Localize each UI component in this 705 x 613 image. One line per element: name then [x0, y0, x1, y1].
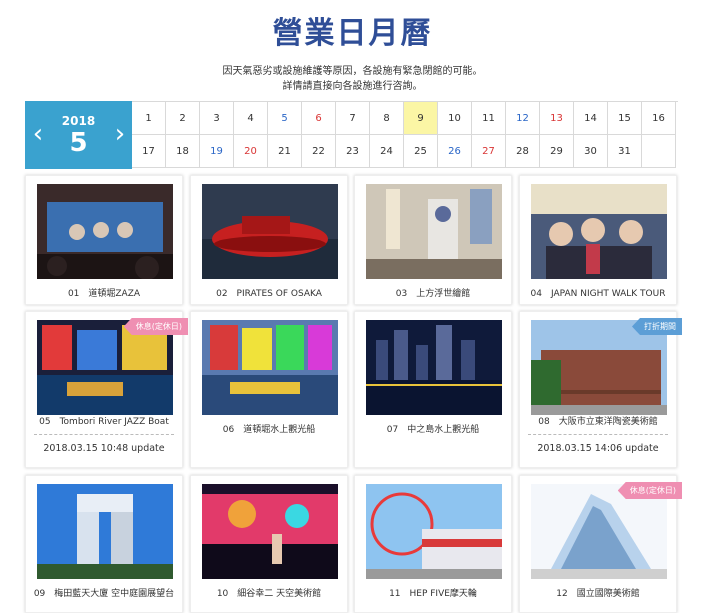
calendar-day[interactable]: 9: [404, 102, 438, 135]
calendar-days: 1 2 3 4 5 6 7 8 9 10 11 12 13 14 15 16 17 18 19 20 21 22 23 24 2…: [132, 102, 678, 169]
facility-name[interactable]: 02 PIRATES OF OSAKA: [191, 286, 347, 299]
calendar-day[interactable]: 11: [472, 102, 506, 135]
facility-name[interactable]: 10 細谷幸二 天空美術館: [191, 586, 347, 599]
calendar-day[interactable]: 21: [268, 135, 302, 168]
facility-card[interactable]: 05 Tombori River JAZZ Boat 2018.03.15 10:…: [25, 311, 188, 468]
calendar-day[interactable]: 7: [336, 102, 370, 135]
facility-name[interactable]: 01 道頓堀ZAZA: [26, 286, 182, 299]
status-badge: 休息(定休日): [123, 318, 188, 335]
calendar-day[interactable]: 24: [370, 135, 404, 168]
facility-name[interactable]: 08 大阪市立東洋陶瓷美術館: [520, 414, 676, 427]
facility-name[interactable]: 09 梅田藍天大廈 空中庭園展望台: [26, 586, 182, 599]
chevron-right-icon[interactable]: ›: [111, 119, 129, 149]
calendar-day[interactable]: 1: [132, 102, 166, 135]
facility-card[interactable]: 03 上方浮世繪館: [354, 175, 512, 305]
facility-name[interactable]: 03 上方浮世繪館: [355, 286, 511, 299]
facility-name[interactable]: 05 Tombori River JAZZ Boat: [26, 414, 182, 427]
facility-card[interactable]: 11 HEP FIVE摩天輪: [354, 475, 512, 613]
calendar-day[interactable]: 26: [438, 135, 472, 168]
calendar-day[interactable]: 22: [302, 135, 336, 168]
calendar-day[interactable]: 3: [200, 102, 234, 135]
calendar-day[interactable]: 6: [302, 102, 336, 135]
calendar-day[interactable]: 14: [574, 102, 608, 135]
facility-photo[interactable]: [202, 320, 338, 415]
facility-card[interactable]: 04 JAPAN NIGHT WALK TOUR: [519, 175, 677, 305]
calendar-day[interactable]: 4: [234, 102, 268, 135]
calendar-day[interactable]: 19: [200, 135, 234, 168]
facility-photo[interactable]: [37, 184, 173, 279]
calendar-day[interactable]: 29: [540, 135, 574, 168]
calendar-day[interactable]: 15: [608, 102, 642, 135]
calendar-day[interactable]: 5: [268, 102, 302, 135]
notice-text: 因天氣惡劣或設施維護等原因，各設施有緊急閉館的可能。 詳情請直接向各設施進行咨詢…: [0, 64, 705, 94]
page-title: 營業日月曆: [272, 16, 433, 51]
calendar-day[interactable]: 2: [166, 102, 200, 135]
facility-card[interactable]: 12 國立國際美術館 休息(定休日): [519, 475, 682, 613]
facility-photo[interactable]: [37, 484, 173, 579]
calendar-day[interactable]: 27: [472, 135, 506, 168]
calendar-day[interactable]: 18: [166, 135, 200, 168]
notice-line-2: 詳情請直接向各設施進行咨詢。: [282, 81, 423, 92]
facility-name[interactable]: 04 JAPAN NIGHT WALK TOUR: [520, 286, 676, 299]
facility-name[interactable]: 06 道頓堀水上觀光船: [191, 422, 347, 435]
facility-card[interactable]: 10 細谷幸二 天空美術館: [190, 475, 348, 613]
calendar-day[interactable]: 8: [370, 102, 404, 135]
facility-photo[interactable]: [366, 184, 502, 279]
facility-photo[interactable]: [366, 320, 502, 415]
calendar-day[interactable]: 25: [404, 135, 438, 168]
calendar-day[interactable]: 20: [234, 135, 268, 168]
update-timestamp: 2018.03.15 14:06 update: [528, 434, 668, 454]
facility-photo[interactable]: [531, 184, 667, 279]
calendar-day[interactable]: 23: [336, 135, 370, 168]
calendar-day[interactable]: 30: [574, 135, 608, 168]
facility-name[interactable]: 07 中之島水上觀光船: [355, 422, 511, 435]
update-timestamp: 2018.03.15 10:48 update: [34, 434, 174, 454]
facility-card[interactable]: 01 道頓堀ZAZA: [25, 175, 183, 305]
calendar-day[interactable]: 10: [438, 102, 472, 135]
facility-name[interactable]: 11 HEP FIVE摩天輪: [355, 586, 511, 599]
facility-name[interactable]: 12 國立國際美術館: [520, 586, 676, 599]
business-calendar: ‹ 2018 5 › 1 2 3 4 5 6 7 8 9 10 11 12 13 14 15 16 17 18 19…: [25, 101, 678, 169]
facility-photo[interactable]: [202, 184, 338, 279]
calendar-day[interactable]: 12: [506, 102, 540, 135]
notice-line-1: 因天氣惡劣或設施維護等原因，各設施有緊急閉館的可能。: [222, 66, 483, 77]
calendar-day[interactable]: 13: [540, 102, 574, 135]
calendar-header: ‹ 2018 5 ›: [25, 101, 132, 169]
calendar-day[interactable]: 28: [506, 135, 540, 168]
status-badge: 休息(定休日): [617, 482, 682, 499]
facility-photo[interactable]: [366, 484, 502, 579]
facility-photo[interactable]: [202, 484, 338, 579]
calendar-day[interactable]: 16: [642, 102, 676, 135]
status-badge: 打折期間: [632, 318, 682, 335]
calendar-empty-cell: [642, 135, 676, 168]
facility-card[interactable]: 07 中之島水上觀光船: [354, 311, 512, 468]
calendar-day[interactable]: 31: [608, 135, 642, 168]
calendar-day[interactable]: 17: [132, 135, 166, 168]
facility-card[interactable]: 02 PIRATES OF OSAKA: [190, 175, 348, 305]
facility-card[interactable]: 06 道頓堀水上觀光船: [190, 311, 348, 468]
facility-card[interactable]: 08 大阪市立東洋陶瓷美術館 2018.03.15 14:06 update 打折期…: [519, 311, 682, 468]
facility-card[interactable]: 09 梅田藍天大廈 空中庭園展望台: [25, 475, 183, 613]
